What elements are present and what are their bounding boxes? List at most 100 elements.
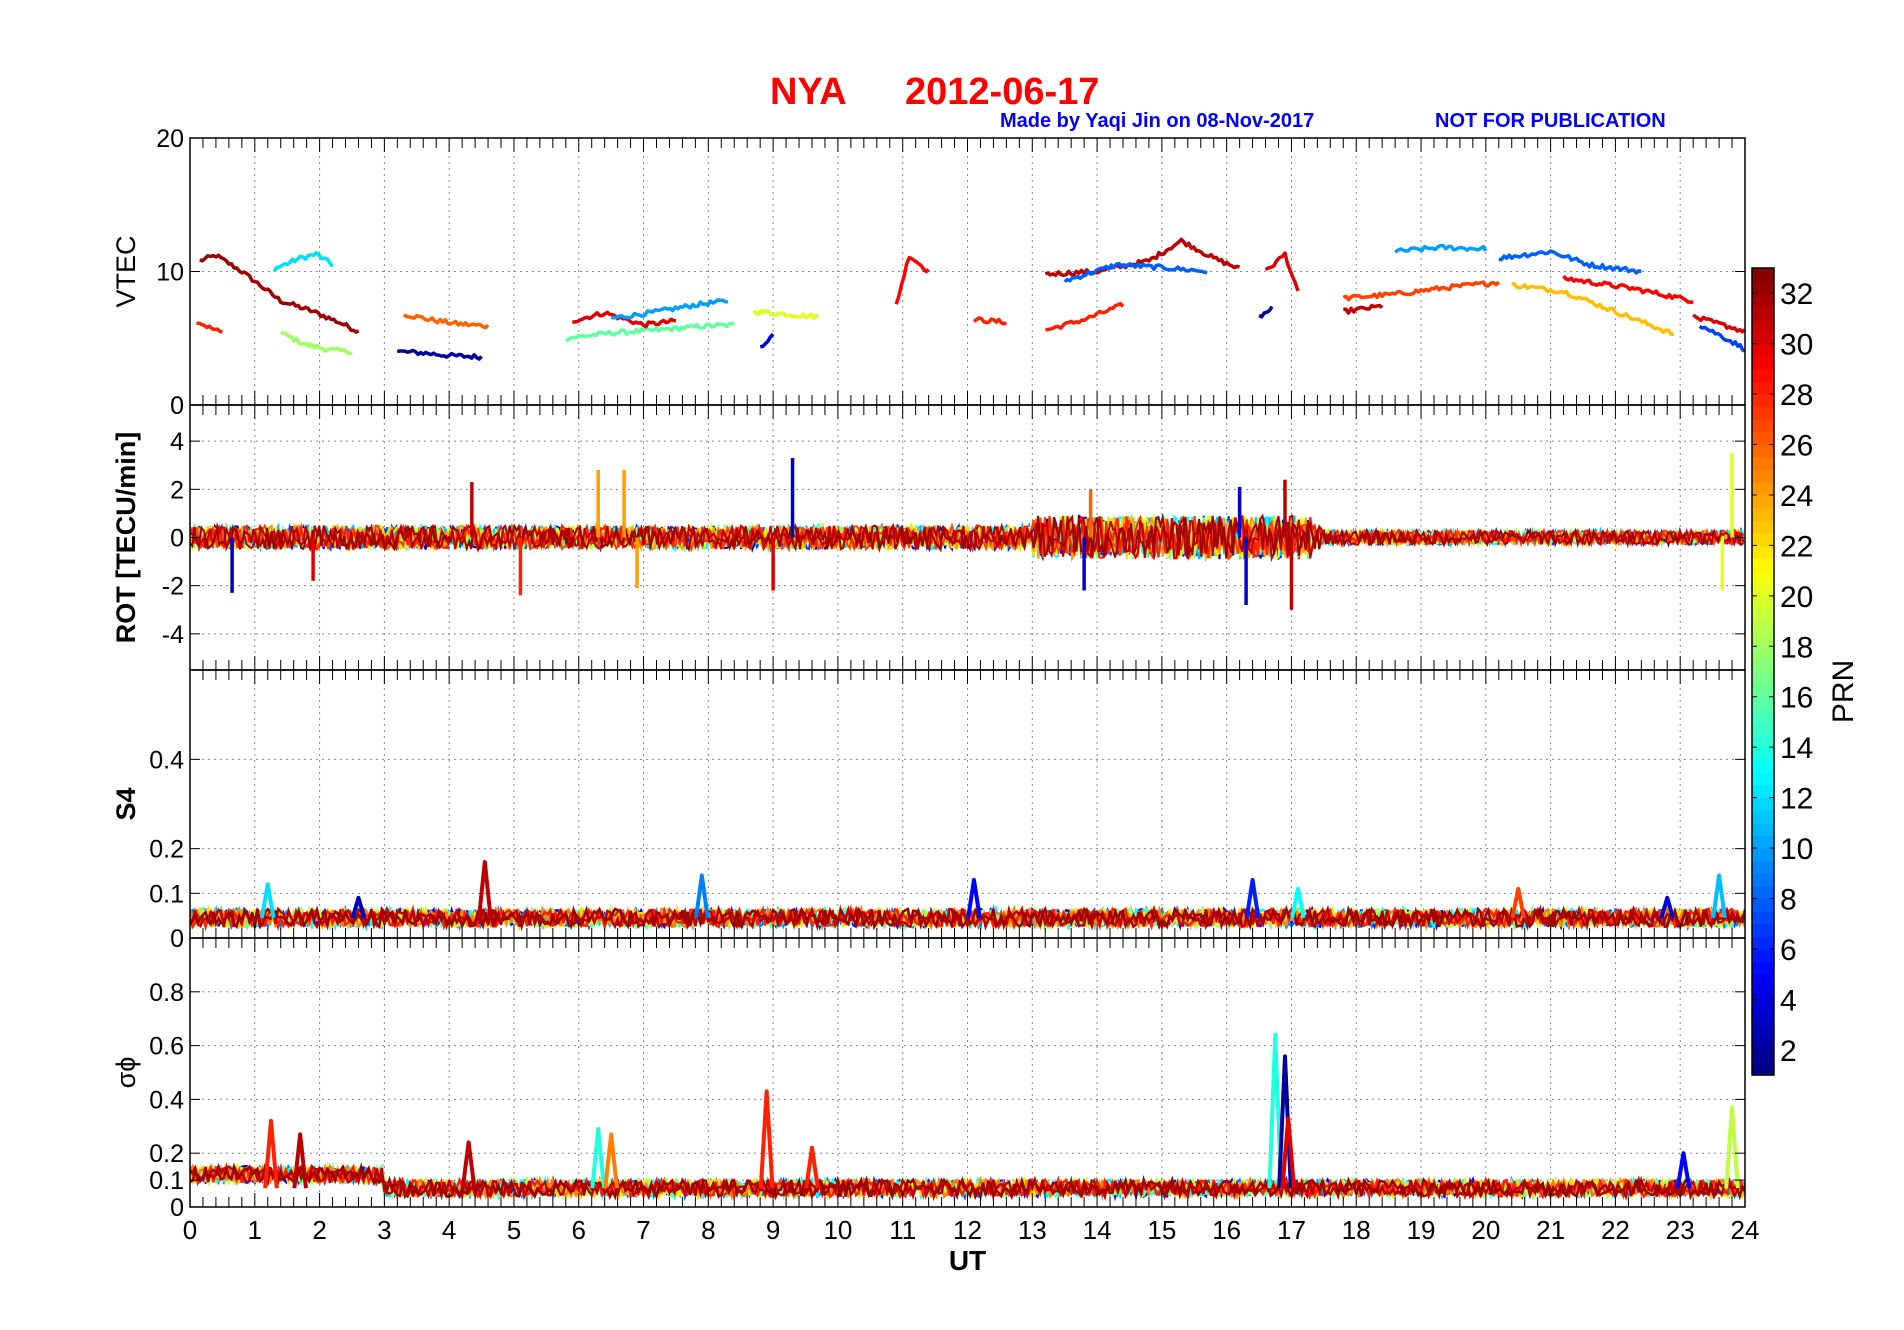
colorbar-segment: [1752, 318, 1774, 332]
colorbar-segment: [1752, 1024, 1774, 1038]
colorbar-segment: [1752, 520, 1774, 534]
x-tick-label: 12: [953, 1215, 982, 1245]
x-tick-label: 14: [1083, 1215, 1112, 1245]
colorbar-segment: [1752, 444, 1774, 458]
colorbar-segment: [1752, 457, 1774, 471]
x-tick-label: 24: [1731, 1215, 1760, 1245]
x-tick-label: 4: [442, 1215, 456, 1245]
y-axis-label-vtec: VTEC: [111, 235, 141, 307]
colorbar-segment: [1752, 381, 1774, 395]
colorbar-segment: [1752, 431, 1774, 446]
colorbar-tick-label: 30: [1780, 329, 1813, 362]
colorbar-segment: [1752, 885, 1774, 900]
colorbar-segment: [1752, 494, 1774, 509]
colorbar-segment: [1752, 696, 1774, 710]
series-prn-31: [1343, 303, 1384, 315]
colorbar-segment: [1752, 759, 1774, 773]
colorbar-segment: [1752, 797, 1774, 811]
grid-sigma_phi: [190, 938, 1745, 1207]
colorbar-segment: [1752, 835, 1774, 849]
x-tick-label: 13: [1018, 1215, 1047, 1245]
x-tick-label: 6: [572, 1215, 586, 1245]
panel-vtec: 0 10 20 VTEC: [111, 125, 1746, 420]
chart-title-station: NYA: [770, 71, 847, 113]
sigma_phi-peak: [1724, 1105, 1740, 1189]
colorbar-segment: [1752, 570, 1774, 584]
y-axis-label-sigma_phi: σϕ: [111, 1057, 141, 1089]
x-tick-label: 18: [1342, 1215, 1371, 1245]
colorbar-segment: [1752, 394, 1774, 408]
colorbar-segment: [1752, 419, 1774, 433]
x-tick-label: 9: [766, 1215, 780, 1245]
colorbar-tick-label: 12: [1780, 783, 1813, 816]
colorbar-segment: [1752, 873, 1774, 887]
y-tick-label: 0: [170, 925, 184, 953]
colorbar-tick-label: 8: [1780, 883, 1797, 916]
y-tick-label: 0.1: [149, 1167, 184, 1195]
colorbar-segment: [1752, 368, 1774, 383]
series-prn-10: [610, 298, 729, 320]
x-tick-label: 7: [636, 1215, 650, 1245]
panel-s4: 0 0.1 0.2 0.4 S4: [111, 669, 1746, 953]
series-prn-2: [1258, 305, 1274, 319]
x-tick-label: 23: [1666, 1215, 1695, 1245]
colorbar-tick-label: 32: [1780, 278, 1813, 311]
colorbar-segment: [1752, 469, 1774, 483]
colorbar-tick-label: 4: [1780, 984, 1797, 1017]
series-prn-2: [396, 348, 483, 361]
y-axis-label-s4: S4: [111, 787, 141, 820]
colorbar-prn: 2468101214161820222426283032: [1751, 267, 1813, 1076]
x-axis-label: UT: [949, 1245, 986, 1276]
colorbar-segment: [1752, 974, 1774, 988]
colorbar-tick-label: 22: [1780, 530, 1813, 563]
x-tick-label: 2: [312, 1215, 326, 1245]
colorbar-segment: [1752, 305, 1774, 320]
colorbar-tick-label: 20: [1780, 581, 1813, 614]
x-tick-label: 15: [1147, 1215, 1176, 1245]
data-vtec: [196, 237, 1745, 361]
colorbar-tick-label: 18: [1780, 631, 1813, 664]
panel-rot: -4 -2 0 2 4 ROT [TECU/min]: [111, 404, 1746, 671]
colorbar-segment: [1752, 658, 1774, 673]
grid-vtec: [190, 138, 1745, 405]
x-tick-label: 0: [183, 1215, 197, 1245]
colorbar-tick-label: 26: [1780, 430, 1813, 463]
chart-title-date: 2012-06-17: [905, 71, 1099, 113]
x-tick-label: 10: [823, 1215, 852, 1245]
series-prn-8: [1498, 249, 1642, 275]
y-tick-label: 0: [170, 525, 184, 553]
series-prn-28: [972, 316, 1008, 326]
series-prn-8: [1063, 261, 1208, 284]
series-prn-26: [402, 313, 490, 330]
y-tick-label: 0.4: [149, 1086, 184, 1114]
colorbar-segment: [1752, 860, 1774, 874]
colorbar-tick-label: 28: [1780, 379, 1813, 412]
y-tick-label: -2: [162, 573, 184, 601]
colorbar-segment: [1752, 709, 1774, 723]
y-tick-label: 0.1: [149, 880, 184, 908]
data-s4: [190, 860, 1745, 932]
y-tick-label: 2: [170, 476, 184, 504]
x-tick-label: 5: [507, 1215, 521, 1245]
x-tick-label: 1: [248, 1215, 262, 1245]
colorbar-tick-label: 6: [1780, 934, 1797, 967]
colorbar-segment: [1752, 280, 1774, 294]
colorbar-segment: [1752, 923, 1774, 937]
colorbar-segment: [1752, 684, 1774, 698]
series-prn-18: [280, 330, 353, 356]
sigma_phi-peak: [460, 1140, 477, 1189]
series-prn-28: [1045, 301, 1125, 332]
colorbar-segment: [1752, 734, 1774, 748]
series-prn-16: [565, 321, 735, 343]
colorbar-tick-label: 16: [1780, 682, 1813, 715]
sigma_phi-peak: [590, 1126, 607, 1189]
series-prn-28: [196, 321, 223, 334]
x-tick-label: 11: [889, 1215, 916, 1245]
publication-notice: NOT FOR PUBLICATION: [1435, 110, 1666, 132]
colorbar-tick-label: 24: [1780, 480, 1813, 513]
y-tick-label: 0.2: [149, 1140, 184, 1168]
y-tick-label: 20: [156, 125, 184, 153]
x-tick-label: 16: [1212, 1215, 1241, 1245]
colorbar-segment: [1752, 646, 1774, 660]
series-prn-30: [572, 310, 677, 329]
